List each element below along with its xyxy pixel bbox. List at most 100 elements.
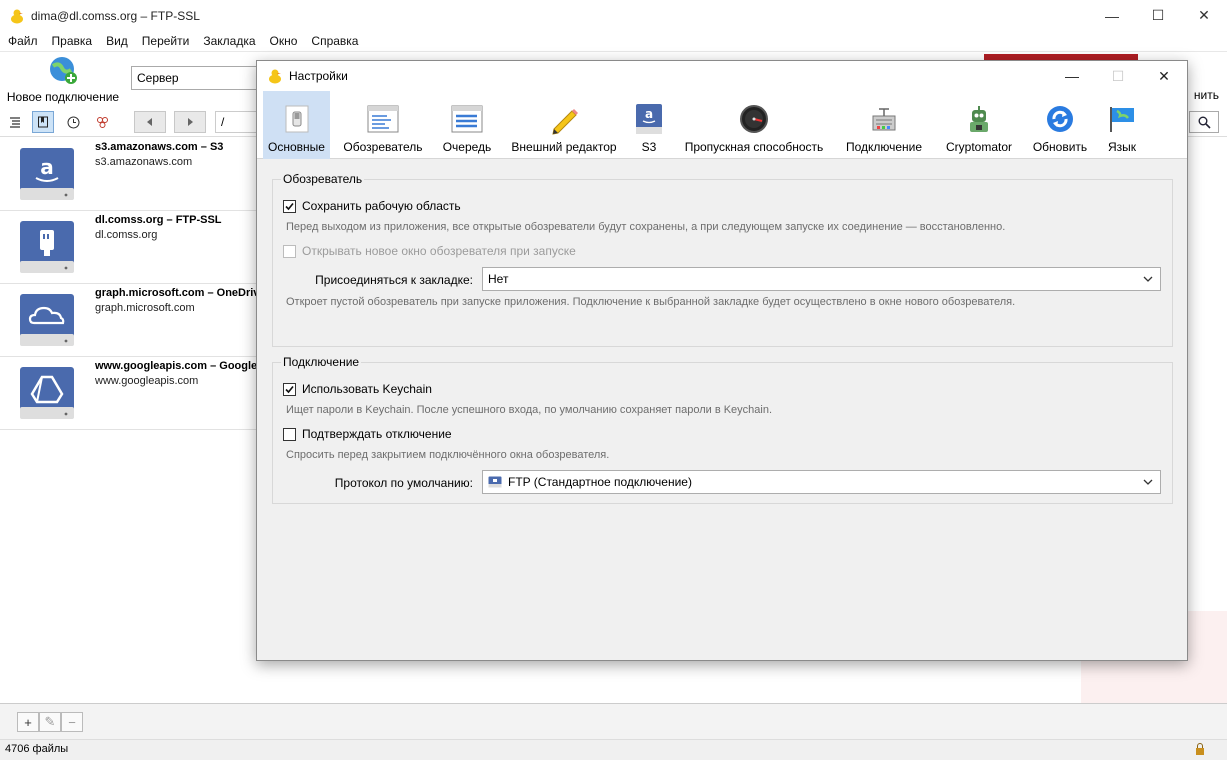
tab-external-editor[interactable]: Внешний редактор [507,91,621,159]
tab-label: Очередь [442,140,492,154]
bookmark-host: s3.amazonaws.com [95,156,193,168]
server-field[interactable]: Сервер [131,66,261,90]
connection-group-label: Подключение [281,355,362,369]
dialog-minimize-button[interactable]: — [1049,61,1095,91]
bookmark-item[interactable]: dl.comss.org – FTP-SSL dl.comss.org [0,211,260,284]
toolbar-right-label[interactable]: нить [1194,88,1219,102]
remove-bookmark-button[interactable]: − [61,712,83,732]
menu-help[interactable]: Справка [311,34,358,48]
tab-bandwidth[interactable]: Пропускная способность [677,91,831,159]
chevron-down-icon [1143,479,1153,485]
menu-go[interactable]: Перейти [142,34,190,48]
cyberduck-icon [11,9,23,23]
back-button[interactable] [134,111,166,133]
menu-window[interactable]: Окно [270,34,298,48]
bookmark-name: graph.microsoft.com – OneDriv [95,287,260,299]
bookmark-item[interactable]: www.googleapis.com – Google www.googleap… [0,357,260,430]
bonjour-icon[interactable] [91,111,113,133]
tab-queue[interactable]: Очередь [435,91,499,159]
bookmarks-view-icon[interactable] [32,111,54,133]
new-connection-button[interactable]: Новое подключение [4,54,122,106]
bookmark-host: www.googleapis.com [95,375,199,387]
minimize-button[interactable]: — [1089,0,1135,31]
dialog-title: Настройки [289,69,348,83]
open-new-window-checkbox[interactable]: Открывать новое окно обозревателя при за… [283,244,576,258]
add-bookmark-button[interactable]: + [17,712,39,732]
amazon-disk-icon: a [20,148,74,200]
tab-label: S3 [641,140,657,154]
menu-view[interactable]: Вид [106,34,128,48]
checkbox-checked [283,199,296,213]
file-count: 4706 файлы [5,743,69,755]
window-title: dima@dl.comss.org – FTP-SSL [31,8,200,23]
tab-general[interactable]: Основные [263,91,330,159]
speedometer-icon [738,103,770,135]
network-plug-disk-icon [20,221,74,273]
default-protocol-value: FTP (Стандартное подключение) [508,475,692,489]
menu-bookmark[interactable]: Закладка [203,34,255,48]
tab-update[interactable]: Обновить [1029,91,1091,159]
history-icon[interactable] [62,111,84,133]
bookmark-list: a s3.amazonaws.com – S3 s3.amazonaws.com… [0,138,260,430]
use-keychain-label: Использовать Keychain [302,382,432,396]
preferences-tabs: Основные Обозреватель Очередь Внешний ре… [257,91,1187,159]
status-bar: 4706 файлы [0,739,1227,760]
bookmark-item[interactable]: graph.microsoft.com – OneDriv graph.micr… [0,284,260,357]
tab-s3[interactable]: a S3 [631,91,667,159]
path-field[interactable]: / [215,111,260,133]
bookmark-name: www.googleapis.com – Google [95,360,258,372]
confirm-disconnect-label: Подтверждать отключение [302,427,452,441]
tab-label: Cryptomator [945,140,1013,154]
tab-label: Обновить [1032,140,1088,154]
browser-group-label: Обозреватель [281,172,365,186]
tab-label: Пропускная способность [684,140,824,154]
connect-bookmark-select[interactable]: Нет [482,267,1161,291]
tab-label: Подключение [845,140,923,154]
maximize-button[interactable]: ☐ [1135,0,1181,31]
flag-icon [1106,103,1138,135]
tab-label: Внешний редактор [511,140,617,154]
network-icon [868,103,900,135]
robot-icon [963,103,995,135]
dialog-maximize-button[interactable]: ☐ [1095,61,1141,91]
confirm-disconnect-checkbox[interactable]: Подтверждать отключение [283,427,452,441]
save-workspace-checkbox[interactable]: Сохранить рабочую область [283,199,461,213]
menu-file[interactable]: Файл [8,34,38,48]
save-workspace-label: Сохранить рабочую область [302,199,461,213]
menu-edit[interactable]: Правка [52,34,93,48]
use-keychain-checkbox[interactable]: Использовать Keychain [283,382,432,396]
bookmark-name: s3.amazonaws.com – S3 [95,141,224,153]
outline-view-icon[interactable] [4,111,26,133]
bookmark-item[interactable]: a s3.amazonaws.com – S3 s3.amazonaws.com [0,138,260,211]
close-button[interactable]: ✕ [1181,0,1227,31]
connect-bookmark-label: Присоединяться к закладке: [315,273,473,287]
svg-text:a: a [645,107,653,121]
cyberduck-icon [269,69,281,84]
pencil-icon [548,103,580,135]
amazon-icon: a [633,103,665,135]
tab-cryptomator[interactable]: Cryptomator [939,91,1019,159]
new-connection-label: Новое подключение [6,90,120,104]
tab-label: Язык [1107,140,1137,154]
default-protocol-select[interactable]: FTP (Стандартное подключение) [482,470,1161,494]
bookmark-host: graph.microsoft.com [95,302,195,314]
drive-disk-icon [20,367,74,419]
tab-browser[interactable]: Обозреватель [339,91,427,159]
drive-icon [488,476,502,488]
refresh-icon [1044,103,1076,135]
checkbox-unchecked [283,427,296,441]
use-keychain-hint: Ищет пароли в Keychain. После успешного … [286,404,773,416]
tab-label: Обозреватель [343,140,423,154]
connect-bookmark-value: Нет [488,272,509,286]
tab-connection[interactable]: Подключение [839,91,929,159]
tab-language[interactable]: Язык [1101,91,1143,159]
save-workspace-hint: Перед выходом из приложения, все открыты… [286,221,1006,233]
svg-text:a: a [40,155,54,179]
default-protocol-label: Протокол по умолчанию: [334,476,473,490]
browser-window-icon [367,103,399,135]
tab-label: Основные [268,140,325,154]
dialog-close-button[interactable]: ✕ [1141,61,1187,91]
search-icon[interactable] [1189,111,1219,133]
edit-bookmark-button[interactable]: ✎ [39,712,61,732]
forward-button[interactable] [174,111,206,133]
